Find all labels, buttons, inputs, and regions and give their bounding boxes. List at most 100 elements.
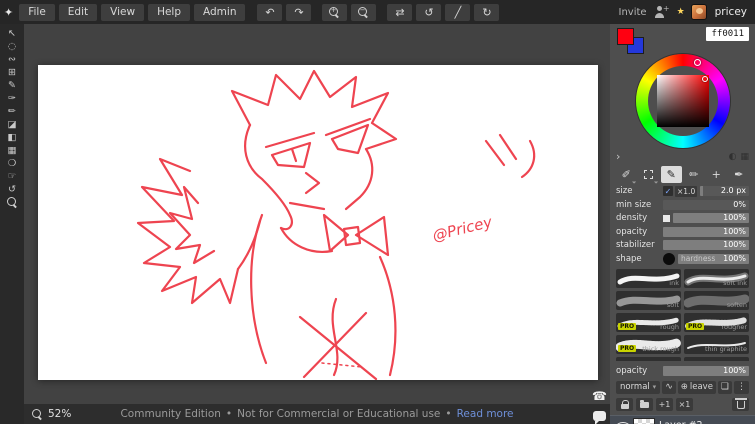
brush-preset-thick-rough[interactable]: PRO thick rough: [616, 335, 681, 354]
saturation-value-square[interactable]: [656, 75, 709, 127]
chat-icon[interactable]: [593, 411, 607, 424]
swatches-icon[interactable]: ▦: [740, 152, 749, 162]
hardness-slider[interactable]: hardness 100%: [678, 253, 749, 264]
layer-actions-row: +1 ×1: [616, 397, 749, 411]
zoom-out-button[interactable]: −: [351, 3, 377, 21]
primary-color-swatch[interactable]: [617, 28, 634, 45]
add-layer-button[interactable]: +1: [656, 397, 673, 411]
paint-mode-button[interactable]: ✎: [661, 165, 682, 183]
brush-preset-ink[interactable]: ink: [616, 269, 681, 288]
delete-layer-button[interactable]: [732, 397, 749, 411]
size-slider[interactable]: 2.0 px: [700, 186, 749, 196]
opacity-slider[interactable]: 100%: [663, 226, 749, 237]
layer-visibility-eye-icon[interactable]: [616, 420, 630, 424]
brush-preset-rougher[interactable]: PRO rougher: [684, 313, 749, 332]
drawing-canvas[interactable]: @Pricey: [38, 65, 598, 380]
redo-button[interactable]: ↷: [286, 3, 312, 21]
zoom-tool[interactable]: [0, 196, 24, 209]
shape-tool[interactable]: ▦: [0, 144, 24, 157]
brush-preset-pencil[interactable]: pencil: [616, 357, 681, 361]
add-brush-button[interactable]: +: [706, 166, 727, 183]
curve-button[interactable]: ∿: [662, 380, 676, 394]
density-toggle[interactable]: [663, 214, 670, 222]
lasso-tool[interactable]: ∾: [0, 53, 24, 66]
size-multiplier[interactable]: ×1.0: [675, 185, 698, 197]
invite-user-icon[interactable]: +: [653, 4, 670, 18]
layer-name: Layer #2: [659, 420, 703, 424]
canvas-drawing: @Pricey: [136, 69, 536, 380]
ink-pen-button[interactable]: ✒: [729, 166, 750, 183]
brush-shape-preview[interactable]: [663, 252, 675, 265]
ellipse-select-tool[interactable]: ◌: [0, 40, 24, 53]
duplicate-layer-button[interactable]: ❏: [717, 380, 732, 394]
pencil-tool[interactable]: ✏: [0, 105, 24, 118]
color-wheel[interactable]: [635, 54, 730, 148]
density-slider[interactable]: 100%: [673, 213, 749, 223]
sv-cursor[interactable]: [701, 76, 708, 82]
size-pressure-checkbox[interactable]: ✓: [663, 186, 673, 196]
user-avatar[interactable]: [690, 4, 707, 20]
undo-button[interactable]: ↶: [257, 3, 283, 21]
eyedropper-icon[interactable]: ◐: [729, 152, 737, 162]
redo-icon: ↷: [294, 5, 304, 19]
shape-row: shape hardness 100%: [616, 252, 749, 265]
layer-opacity-row: opacity 100%: [616, 365, 749, 376]
canvas-workspace[interactable]: @Pricey: [24, 24, 610, 404]
top-toolbar: ✦ File Edit View Help Admin ↶ ↷ + − ⇄ ↺ …: [0, 0, 755, 24]
layer-folder-button[interactable]: [636, 397, 653, 411]
app-logo-icon: ✦: [4, 5, 14, 19]
zoom-out-icon: −: [358, 6, 369, 18]
eraser-mode-button[interactable]: ✐: [616, 166, 637, 183]
brush-preset-rough[interactable]: PRO rough: [616, 313, 681, 332]
eraser-tool[interactable]: ◪: [0, 118, 24, 131]
brush-preset-soft-ink[interactable]: soft ink: [684, 269, 749, 288]
hex-color-value[interactable]: ff0011: [706, 27, 749, 41]
select-mode-button[interactable]: [639, 166, 660, 183]
density-row: density 100%: [616, 213, 749, 224]
voice-call-icon[interactable]: ☎: [592, 390, 607, 402]
menu-help[interactable]: Help: [148, 3, 191, 21]
line-tool-button[interactable]: ╱: [445, 3, 471, 21]
rotate-ccw-button[interactable]: ↺: [416, 3, 442, 21]
merge-layer-button[interactable]: ×1: [676, 397, 693, 411]
transform-tool[interactable]: ⊞: [0, 66, 24, 79]
read-more-link[interactable]: Read more: [457, 408, 514, 420]
marker-mode-button[interactable]: ✏: [684, 166, 705, 183]
brush-preset-soften[interactable]: soften: [684, 291, 749, 310]
layer-menu-button[interactable]: ⋮: [734, 380, 749, 394]
flip-button[interactable]: ⇄: [387, 3, 413, 21]
min-size-slider[interactable]: 0%: [663, 199, 749, 210]
opacity-row: opacity 100%: [616, 226, 749, 237]
menu-edit[interactable]: Edit: [58, 3, 98, 21]
stabilizer-slider[interactable]: 100%: [663, 240, 749, 250]
lock-layer-button[interactable]: [616, 397, 633, 411]
move-tool[interactable]: ↖: [0, 27, 24, 40]
brush-tool[interactable]: ✑: [0, 92, 24, 105]
rotate-ccw-icon: ↺: [424, 5, 434, 19]
history-tool[interactable]: ↺: [0, 183, 24, 196]
smudge-tool[interactable]: ❍: [0, 157, 24, 170]
blend-mode-dropdown[interactable]: normal ▾: [616, 380, 661, 394]
hue-cursor[interactable]: [693, 59, 701, 66]
brush-preset-soft[interactable]: soft: [616, 291, 681, 310]
hand-tool[interactable]: ☞: [0, 170, 24, 183]
leave-button[interactable]: ⊕ leave: [677, 380, 716, 394]
menu-file[interactable]: File: [19, 3, 55, 21]
layer-item[interactable]: Layer #2: [610, 415, 755, 424]
pen-tool[interactable]: ✎: [0, 79, 24, 92]
layer-thumbnail[interactable]: [633, 418, 655, 424]
zoom-in-button[interactable]: +: [322, 3, 348, 21]
fill-tool[interactable]: ◧: [0, 131, 24, 144]
rotate-cw-button[interactable]: ↻: [474, 3, 500, 21]
brush-preset-soft-pencil[interactable]: soft pencil: [684, 357, 749, 361]
brush-preset-thin-graphite[interactable]: thin graphite: [684, 335, 749, 354]
leave-icon: ⊕: [680, 382, 688, 392]
invite-label[interactable]: Invite: [619, 7, 647, 18]
menu-admin[interactable]: Admin: [194, 3, 246, 21]
status-bar: 52% Community Edition • Not for Commerci…: [24, 404, 610, 424]
menu-view[interactable]: View: [101, 3, 145, 21]
lock-icon: [620, 399, 629, 409]
color-swatches: ff0011: [616, 26, 749, 54]
layer-opacity-slider[interactable]: 100%: [663, 365, 749, 376]
expand-panel-chevron[interactable]: ›: [616, 151, 620, 163]
